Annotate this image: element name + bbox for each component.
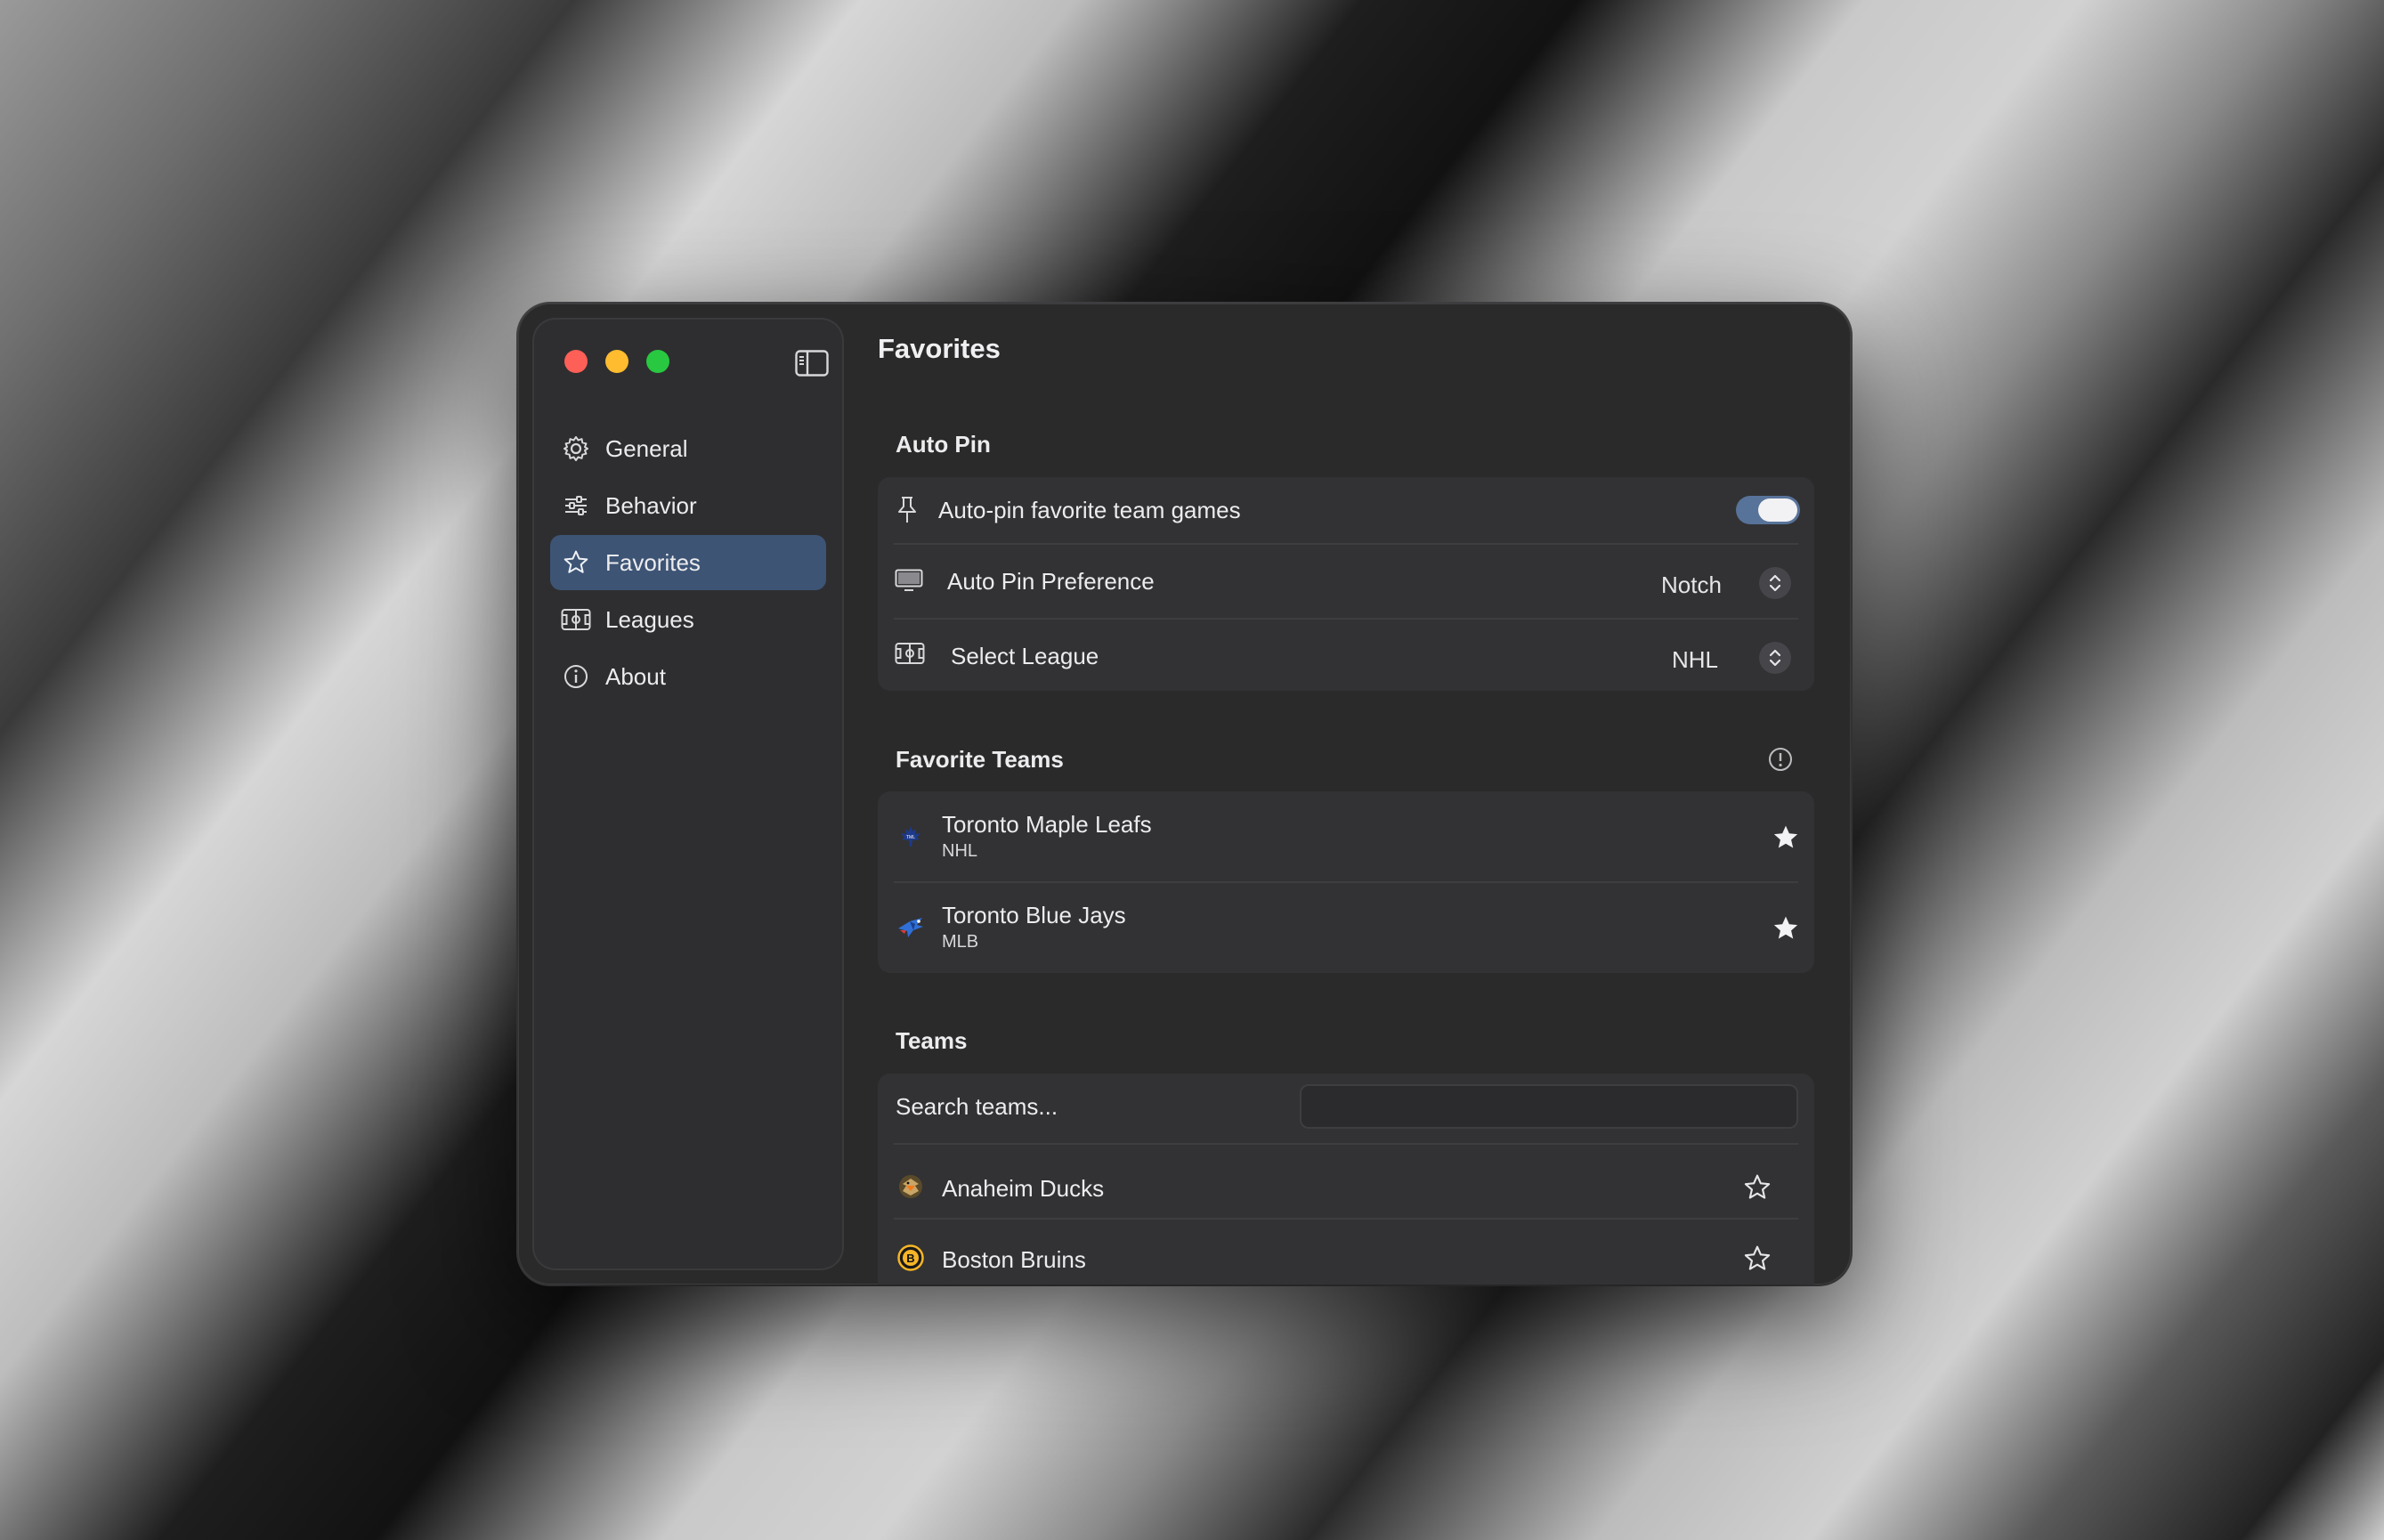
- sidebar-item-general[interactable]: General: [550, 421, 826, 476]
- sidebar-toggle-button[interactable]: [795, 350, 829, 377]
- auto-pin-heading: Auto Pin: [896, 431, 991, 458]
- favorite-team-name: Toronto Maple Leafs: [942, 811, 1152, 838]
- divider: [894, 1218, 1798, 1220]
- ducks-logo-icon: [896, 1171, 926, 1202]
- star-outline-icon: [1744, 1174, 1771, 1199]
- favorite-star-button[interactable]: [1741, 1171, 1773, 1204]
- favorite-team-league: NHL: [942, 841, 978, 861]
- chevron-updown-icon: [1769, 649, 1781, 667]
- bruins-logo-icon: B: [896, 1243, 926, 1273]
- search-teams-input[interactable]: [1300, 1084, 1798, 1129]
- favorite-team-league: MLB: [942, 932, 979, 952]
- info-icon: [1769, 748, 1792, 771]
- divider: [894, 543, 1798, 545]
- select-league-label: Select League: [951, 643, 1099, 669]
- svg-text:TML: TML: [906, 835, 915, 840]
- pin-icon: [894, 495, 920, 525]
- sidebar-nav: General Behavior Favorites Leagues About: [532, 421, 844, 706]
- sidebar-item-label: Favorites: [605, 548, 701, 576]
- settings-window: General Behavior Favorites Leagues About…: [518, 304, 1851, 1285]
- select-league-value[interactable]: NHL: [1661, 646, 1718, 674]
- info-button[interactable]: [1767, 746, 1794, 773]
- field-icon: [561, 604, 591, 635]
- sidebar-item-about[interactable]: About: [550, 649, 826, 704]
- divider: [894, 618, 1798, 620]
- star-filled-icon: [1773, 825, 1798, 848]
- page-title: Favorites: [878, 333, 1001, 364]
- blue-jay-logo-icon: [896, 912, 926, 943]
- chevron-updown-icon: [1769, 574, 1781, 592]
- sidebar-item-leagues[interactable]: Leagues: [550, 592, 826, 647]
- sidebar-item-label: Behavior: [605, 491, 697, 519]
- auto-pin-card: Auto-pin favorite team games Auto Pin Pr…: [878, 477, 1814, 691]
- sidebar-toggle-icon: [795, 350, 829, 377]
- sliders-icon: [561, 490, 591, 521]
- favorite-teams-card: TML Toronto Maple Leafs NHL Toronto Blue…: [878, 791, 1814, 973]
- svg-text:B: B: [906, 1252, 914, 1265]
- favorite-star-button[interactable]: [1741, 1243, 1773, 1275]
- team-name: Anaheim Ducks: [942, 1175, 1105, 1202]
- star-icon: [561, 547, 591, 578]
- auto-pin-preference-label: Auto Pin Preference: [947, 568, 1155, 595]
- select-league-stepper[interactable]: [1759, 642, 1791, 674]
- unfavorite-star-button[interactable]: [1770, 822, 1802, 854]
- auto-pin-toggle[interactable]: [1736, 496, 1800, 524]
- sidebar-item-label: General: [605, 434, 688, 462]
- field-icon: [894, 641, 926, 666]
- gear-icon: [561, 434, 591, 464]
- auto-pin-preference-stepper[interactable]: [1759, 567, 1791, 599]
- close-window-button[interactable]: [564, 350, 588, 373]
- display-icon: [894, 568, 924, 593]
- sidebar-item-label: About: [605, 662, 666, 690]
- search-teams-label: Search teams...: [896, 1093, 1058, 1120]
- maple-leaf-logo-icon: TML: [897, 823, 924, 850]
- sidebar-item-label: Leagues: [605, 605, 694, 633]
- star-outline-icon: [1744, 1245, 1771, 1270]
- unfavorite-star-button[interactable]: [1770, 912, 1802, 944]
- teams-card: Search teams... Anaheim Ducks B Boston B…: [878, 1074, 1814, 1285]
- favorite-team-name: Toronto Blue Jays: [942, 902, 1126, 928]
- sidebar-item-favorites[interactable]: Favorites: [550, 535, 826, 590]
- zoom-window-button[interactable]: [646, 350, 669, 373]
- info-icon: [561, 661, 591, 692]
- teams-heading: Teams: [896, 1027, 968, 1054]
- sidebar: General Behavior Favorites Leagues About: [532, 318, 844, 1270]
- favorite-teams-heading: Favorite Teams: [896, 746, 1064, 773]
- divider: [894, 1143, 1798, 1145]
- auto-pin-preference-value[interactable]: Notch: [1661, 571, 1722, 599]
- toggle-knob: [1758, 498, 1797, 522]
- auto-pin-toggle-label: Auto-pin favorite team games: [938, 497, 1241, 523]
- star-filled-icon: [1773, 916, 1798, 939]
- sidebar-item-behavior[interactable]: Behavior: [550, 478, 826, 533]
- divider: [894, 881, 1798, 883]
- minimize-window-button[interactable]: [605, 350, 628, 373]
- team-name: Boston Bruins: [942, 1246, 1086, 1273]
